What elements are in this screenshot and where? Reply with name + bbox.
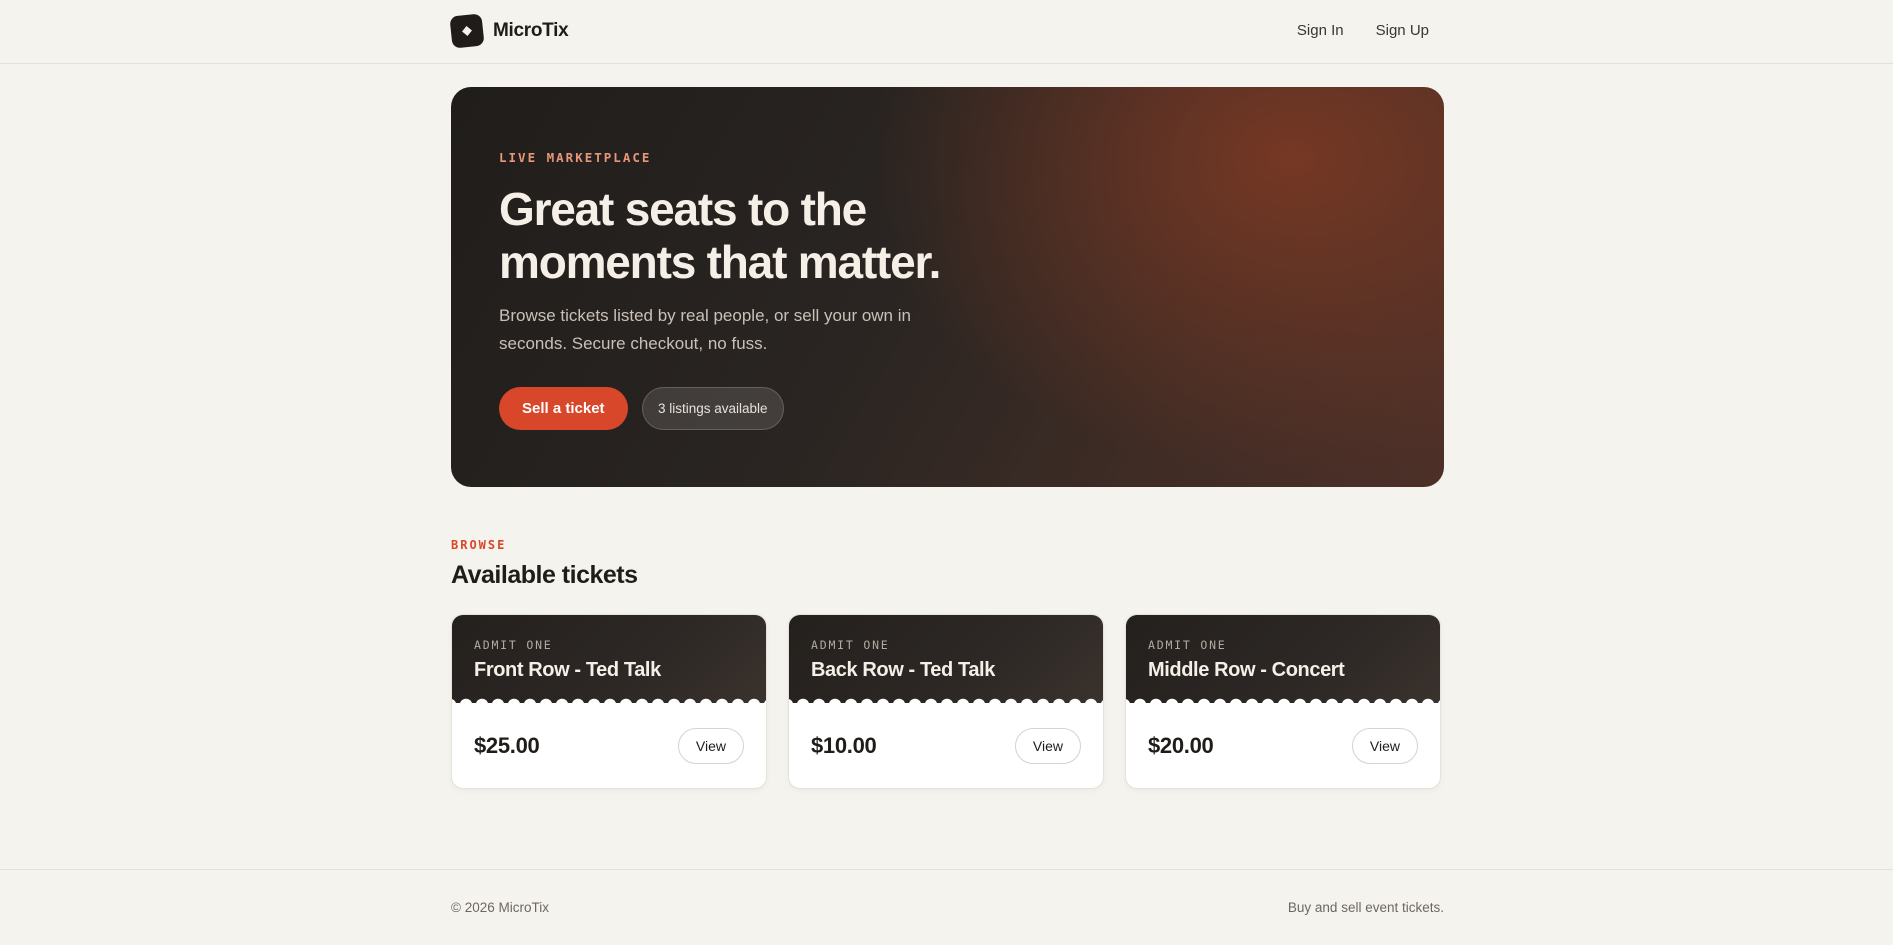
listings-count-badge: 3 listings available xyxy=(642,387,784,430)
admit-label: ADMIT ONE xyxy=(1148,638,1227,652)
ticket-list: ADMIT ONE Front Row - Ted Talk $25.00 Vi… xyxy=(451,614,1444,789)
ticket-card: ADMIT ONE Middle Row - Concert $20.00 Vi… xyxy=(1125,614,1441,789)
sign-in-link[interactable]: Sign In xyxy=(1297,22,1344,39)
section-title: Available tickets xyxy=(451,561,638,589)
ticket-header: ADMIT ONE Middle Row - Concert xyxy=(1126,615,1440,705)
ticket-name: Middle Row - Concert xyxy=(1148,659,1345,681)
ticket-name: Back Row - Ted Talk xyxy=(811,659,995,681)
ticket-name: Front Row - Ted Talk xyxy=(474,659,661,681)
ticket-footer: $10.00 View xyxy=(789,703,1103,788)
view-button[interactable]: View xyxy=(1351,727,1418,764)
ticket-header: ADMIT ONE Front Row - Ted Talk xyxy=(452,615,766,705)
sell-ticket-button[interactable]: Sell a ticket xyxy=(499,387,628,430)
browse-eyebrow: BROWSE xyxy=(451,538,507,552)
ticket-card: ADMIT ONE Back Row - Ted Talk $10.00 Vie… xyxy=(788,614,1104,789)
ticket-price: $20.00 xyxy=(1148,732,1214,758)
admit-label: ADMIT ONE xyxy=(474,638,553,652)
ticket-header: ADMIT ONE Back Row - Ted Talk xyxy=(789,615,1103,705)
ticket-card: ADMIT ONE Front Row - Ted Talk $25.00 Vi… xyxy=(451,614,767,789)
ticket-price: $25.00 xyxy=(474,732,540,758)
hero-eyebrow: LIVE MARKETPLACE xyxy=(499,150,652,165)
view-button[interactable]: View xyxy=(677,727,744,764)
brand-name: MicroTix xyxy=(493,20,569,41)
site-footer: © 2026 MicroTix Buy and sell event ticke… xyxy=(0,869,1893,945)
ticket-footer: $25.00 View xyxy=(452,703,766,788)
sign-up-link[interactable]: Sign Up xyxy=(1376,22,1429,39)
ticket-logo-icon xyxy=(449,13,485,49)
ticket-footer: $20.00 View xyxy=(1126,703,1440,788)
hero-banner: LIVE MARKETPLACE Great seats to the mome… xyxy=(451,87,1444,487)
view-button[interactable]: View xyxy=(1014,727,1081,764)
header-nav: Sign In Sign Up xyxy=(1297,22,1429,39)
ticket-price: $10.00 xyxy=(811,732,877,758)
brand[interactable]: MicroTix xyxy=(449,13,569,49)
hero-title: Great seats to the moments that matter. xyxy=(499,183,941,288)
footer-tagline: Buy and sell event tickets. xyxy=(1287,900,1444,915)
site-header: MicroTix Sign In Sign Up xyxy=(0,0,1893,64)
copyright: © 2026 MicroTix xyxy=(451,900,549,915)
admit-label: ADMIT ONE xyxy=(811,638,890,652)
hero-subtitle: Browse tickets listed by real people, or… xyxy=(499,306,911,353)
